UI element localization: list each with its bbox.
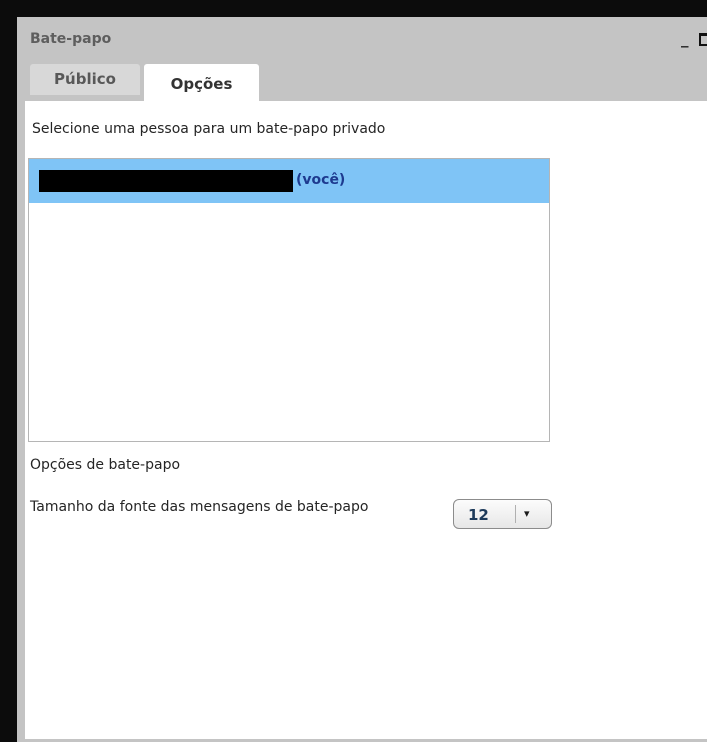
panel-titlebar[interactable]: Bate-papo _ xyxy=(17,17,707,61)
font-size-select[interactable]: 12 ▾ xyxy=(453,499,552,529)
chevron-down-icon[interactable]: ▾ xyxy=(524,507,530,520)
tab-content: Selecione uma pessoa para um bate-papo p… xyxy=(25,101,707,742)
select-divider xyxy=(515,505,516,523)
tab-publico[interactable]: Público xyxy=(30,64,140,95)
user-list[interactable]: (você) xyxy=(28,158,550,442)
font-size-label: Tamanho da fonte das mensagens de bate-p… xyxy=(30,499,369,515)
chat-panel: Bate-papo _ Público Opções Selecione uma… xyxy=(17,17,707,742)
minimize-button[interactable]: _ xyxy=(681,32,689,47)
tab-opcoes[interactable]: Opções xyxy=(144,64,259,103)
list-item[interactable]: (você) xyxy=(29,159,549,203)
maximize-icon[interactable] xyxy=(699,33,707,46)
font-size-value: 12 xyxy=(468,506,489,524)
panel-title: Bate-papo xyxy=(30,31,112,47)
redacted-username xyxy=(39,170,293,192)
chat-options-heading: Opções de bate-papo xyxy=(30,457,181,473)
you-tag: (você) xyxy=(296,172,346,188)
private-chat-instruction: Selecione uma pessoa para um bate-papo p… xyxy=(32,121,386,137)
